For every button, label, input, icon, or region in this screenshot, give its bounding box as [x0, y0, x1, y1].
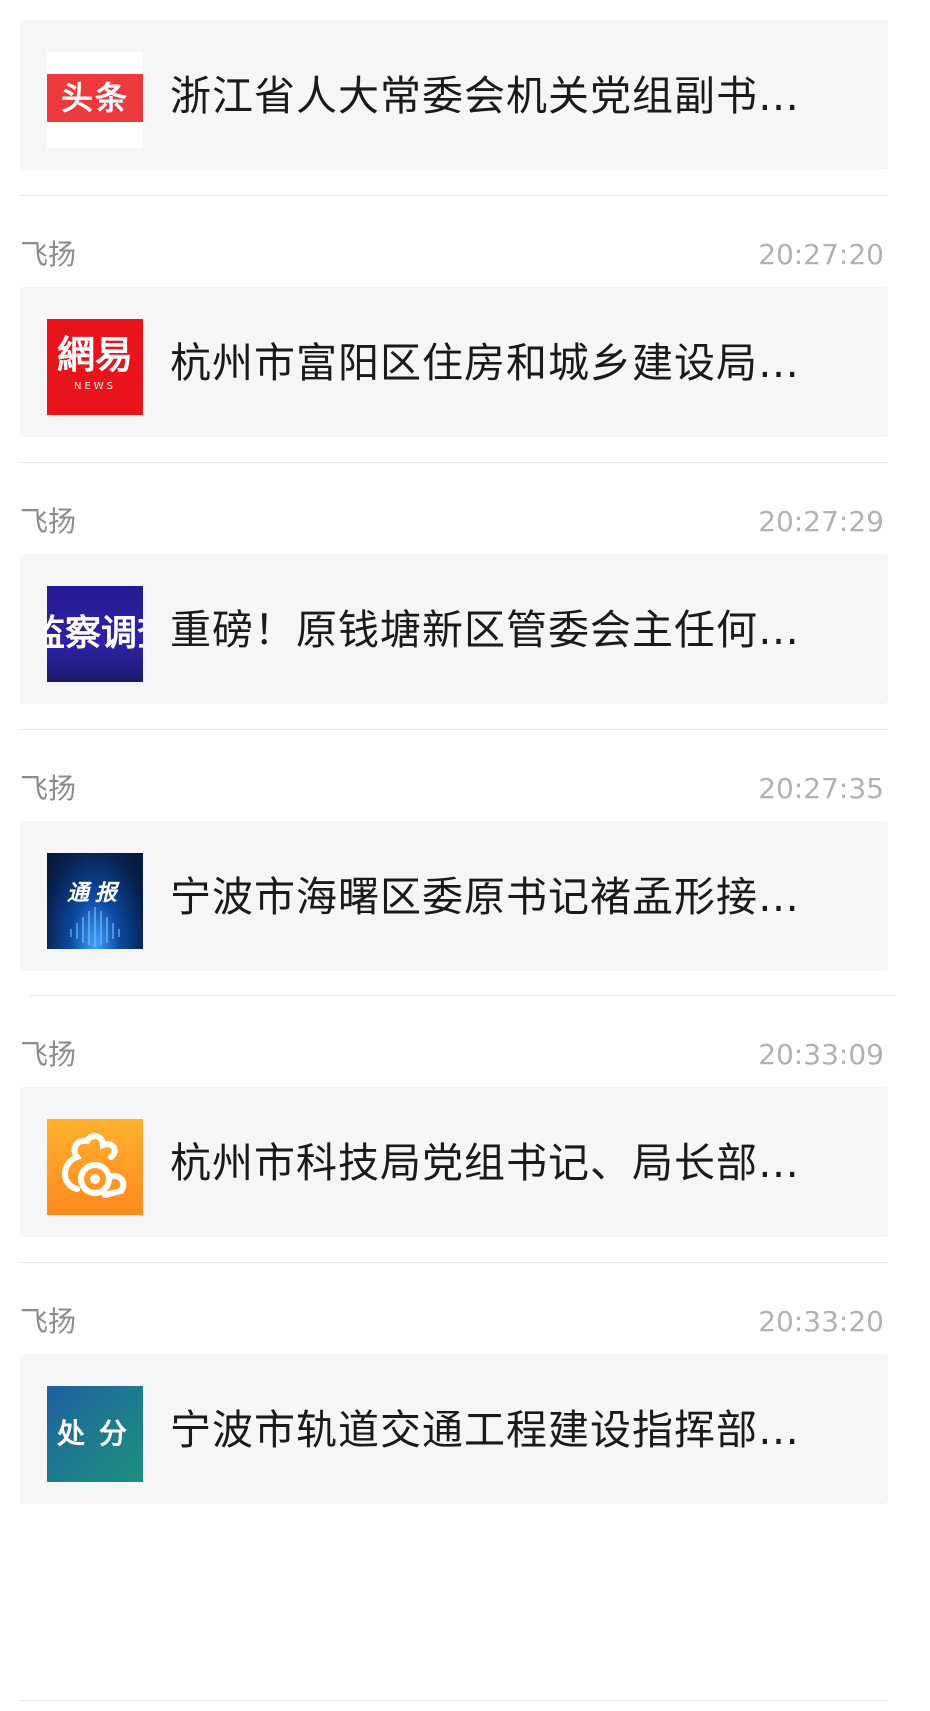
- sender-name: 飞扬: [20, 238, 77, 271]
- toutiao-logo-text: 头条: [47, 74, 143, 122]
- message-divider: [20, 462, 888, 463]
- article-link-card[interactable]: 监察调查 重磅！原钱塘新区管委会主任何…: [20, 554, 888, 704]
- message-divider: [30, 995, 896, 996]
- article-link-card[interactable]: 杭州市科技局党组书记、局长部…: [20, 1087, 888, 1237]
- message-timestamp: 20:27:29: [758, 505, 884, 538]
- message-divider: [20, 1262, 888, 1263]
- uc-browser-logo-thumbnail: [47, 1119, 143, 1215]
- message-divider: [20, 729, 888, 730]
- tongbao-thumbnail: 通报: [47, 853, 143, 949]
- chufen-thumbnail: 处分: [47, 1386, 143, 1482]
- thumbnail-caption: 监察调查: [47, 613, 143, 654]
- sender-name: 飞扬: [20, 1038, 77, 1071]
- article-title: 杭州市富阳区住房和城乡建设局…: [170, 339, 800, 387]
- uc-squirrel-icon: [62, 1133, 127, 1198]
- message-timestamp: 20:33:09: [758, 1038, 884, 1071]
- sound-wave-graphic: [70, 907, 120, 947]
- article-title: 宁波市轨道交通工程建设指挥部…: [170, 1406, 800, 1454]
- article-link-card[interactable]: 头条 浙江省人大常委会机关党组副书…: [20, 20, 888, 170]
- netease-logo-subtext: NEWS: [73, 381, 117, 392]
- message-timestamp: 20:27:20: [758, 238, 884, 271]
- message-timestamp: 20:27:35: [758, 772, 884, 805]
- article-title: 重磅！原钱塘新区管委会主任何…: [170, 606, 800, 654]
- article-link-card[interactable]: 網易 NEWS 杭州市富阳区住房和城乡建设局…: [20, 287, 888, 437]
- netease-logo-text: 網易: [56, 333, 133, 377]
- jiancha-diaocha-thumbnail: 监察调查: [47, 586, 143, 682]
- netease-news-logo-thumbnail: 網易 NEWS: [47, 319, 143, 415]
- article-link-card[interactable]: 处分 宁波市轨道交通工程建设指挥部…: [20, 1354, 888, 1504]
- thumbnail-caption: 处分: [56, 1417, 141, 1450]
- message-timestamp: 20:33:20: [758, 1305, 884, 1338]
- article-title: 宁波市海曙区委原书记褚孟形接…: [170, 873, 800, 921]
- chat-message-feed: 头条 浙江省人大常委会机关党组副书… 飞扬 20:27:20 網易 NEWS 杭…: [0, 0, 930, 1711]
- sender-name: 飞扬: [20, 1305, 77, 1338]
- toutiao-logo-thumbnail: 头条: [47, 52, 143, 148]
- article-title: 杭州市科技局党组书记、局长部…: [170, 1139, 800, 1187]
- sender-name: 飞扬: [20, 772, 77, 805]
- article-title: 浙江省人大常委会机关党组副书…: [170, 72, 800, 120]
- article-link-card[interactable]: 通报 宁波市海曙区委原书记褚孟形接…: [20, 821, 888, 971]
- message-divider: [20, 195, 888, 196]
- message-divider: [20, 1700, 888, 1701]
- sender-name: 飞扬: [20, 505, 77, 538]
